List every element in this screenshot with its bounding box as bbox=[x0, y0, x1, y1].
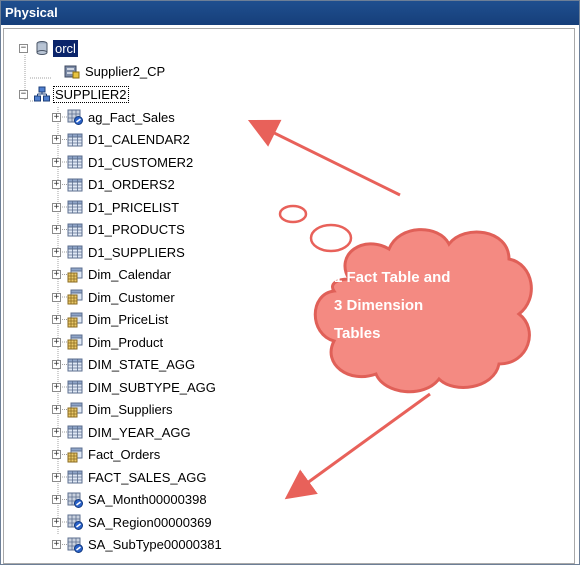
annotation-overlay bbox=[247, 119, 533, 500]
callout-line-3: Tables bbox=[334, 325, 381, 342]
physical-layer-window: Physical − orcl Supplier2_CP − SUPPLIER2… bbox=[0, 0, 580, 565]
callout-line-1: 1 Fact Table and bbox=[334, 269, 451, 286]
arrow-to-fact-table bbox=[247, 119, 401, 197]
arrow-to-aggregate-tables bbox=[284, 392, 431, 500]
window-title: Physical bbox=[1, 1, 579, 25]
physical-tree-pane[interactable]: − orcl Supplier2_CP − SUPPLIER2 + ag_Fac… bbox=[3, 28, 575, 564]
callout-line-2: 3 Dimension bbox=[334, 297, 424, 314]
